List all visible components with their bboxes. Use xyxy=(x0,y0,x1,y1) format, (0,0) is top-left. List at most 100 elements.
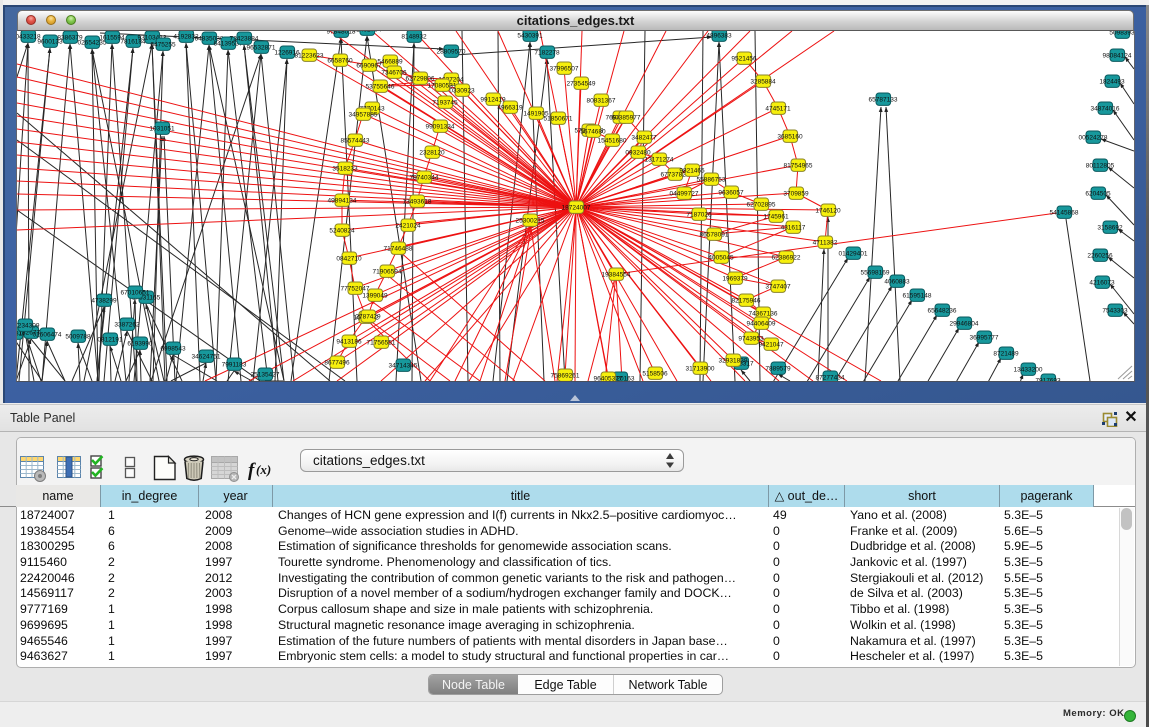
svg-text:37996507: 37996507 xyxy=(550,66,579,73)
svg-text:77752047: 77752047 xyxy=(341,286,370,293)
svg-text:5158506: 5158506 xyxy=(642,371,668,378)
svg-text:85574443: 85574443 xyxy=(341,138,370,145)
svg-text:13433200: 13433200 xyxy=(1014,367,1043,374)
svg-text:8721489: 8721489 xyxy=(993,351,1019,358)
svg-text:1399049: 1399049 xyxy=(362,293,388,300)
svg-text:13493618: 13493618 xyxy=(403,199,432,206)
svg-text:8148932: 8148932 xyxy=(401,34,427,41)
svg-text:97848018: 97848018 xyxy=(327,31,356,36)
svg-text:5674680: 5674680 xyxy=(580,129,606,136)
svg-text:2421024: 2421024 xyxy=(395,223,421,230)
svg-text:34957885: 34957885 xyxy=(349,112,378,119)
svg-text:7187026: 7187026 xyxy=(686,212,712,219)
svg-text:71746488: 71746488 xyxy=(384,246,413,253)
svg-text:67010651: 67010651 xyxy=(121,290,150,297)
svg-text:4966319: 4966319 xyxy=(497,105,523,112)
svg-text:28809570: 28809570 xyxy=(437,49,466,56)
svg-text:7917693: 7917693 xyxy=(1035,378,1061,382)
svg-text:61595148: 61595148 xyxy=(903,293,932,300)
svg-text:9636057: 9636057 xyxy=(718,190,744,197)
svg-text:8677496: 8677496 xyxy=(324,360,350,367)
svg-text:31713900: 31713900 xyxy=(686,366,715,373)
svg-text:87234309: 87234309 xyxy=(17,323,40,330)
svg-text:27354549: 27354549 xyxy=(567,81,596,88)
svg-text:32931839: 32931839 xyxy=(719,358,748,365)
svg-text:65648236: 65648236 xyxy=(928,308,957,315)
svg-text:62386922: 62386922 xyxy=(772,255,801,262)
svg-text:25300215: 25300215 xyxy=(516,218,545,225)
svg-text:96405377: 96405377 xyxy=(594,376,623,382)
svg-text:54145868: 54145868 xyxy=(1050,210,1079,217)
svg-text:9821465: 9821465 xyxy=(679,168,705,175)
svg-text:5430391: 5430391 xyxy=(517,33,543,40)
svg-text:02606474: 02606474 xyxy=(33,332,62,339)
svg-text:49894134: 49894134 xyxy=(328,198,357,205)
svg-text:15451680: 15451680 xyxy=(598,138,627,145)
svg-text:81223623: 81223623 xyxy=(295,53,324,60)
svg-text:55886753: 55886753 xyxy=(697,177,726,184)
svg-text:7991183: 7991183 xyxy=(222,362,247,369)
svg-text:5098393: 5098393 xyxy=(1109,31,1134,37)
svg-text:7346706: 7346706 xyxy=(381,70,407,77)
svg-text:1746120: 1746120 xyxy=(815,208,841,215)
svg-text:4316117: 4316117 xyxy=(781,225,806,232)
svg-text:4738299: 4738299 xyxy=(91,298,117,305)
svg-text:51462704: 51462704 xyxy=(353,31,382,34)
svg-text:94406409: 94406409 xyxy=(747,321,776,328)
svg-text:0932480: 0932480 xyxy=(625,150,651,157)
svg-text:6998543: 6998543 xyxy=(160,346,186,353)
svg-text:4060883: 4060883 xyxy=(884,279,910,286)
svg-text:7182278: 7182278 xyxy=(534,50,560,57)
svg-text:2787429: 2787429 xyxy=(355,314,381,321)
svg-text:5240824: 5240824 xyxy=(329,228,355,235)
svg-text:29946804: 29946804 xyxy=(950,321,979,328)
svg-text:3285884: 3285884 xyxy=(750,79,776,86)
svg-text:62729806: 62729806 xyxy=(406,76,435,83)
svg-text:99091334: 99091334 xyxy=(426,124,455,131)
svg-text:1824493: 1824493 xyxy=(1099,79,1125,86)
svg-text:55698169: 55698169 xyxy=(861,270,890,277)
svg-text:96532871: 96532871 xyxy=(247,45,276,52)
svg-text:01429401: 01429401 xyxy=(839,251,868,258)
svg-text:1031051: 1031051 xyxy=(149,126,175,133)
svg-text:3518233: 3518233 xyxy=(332,166,358,173)
svg-text:1969379: 1969379 xyxy=(722,276,748,283)
svg-text:80112805: 80112805 xyxy=(1086,163,1115,170)
svg-text:53755646: 53755646 xyxy=(366,84,395,91)
svg-text:4711382: 4711382 xyxy=(813,240,838,247)
svg-text:4896383: 4896383 xyxy=(706,33,732,40)
svg-text:9521456: 9521456 xyxy=(731,56,757,63)
svg-text:13171274: 13171274 xyxy=(645,157,674,164)
svg-text:6658760: 6658760 xyxy=(327,58,353,65)
svg-text:74367136: 74367136 xyxy=(749,311,778,318)
svg-text:3709859: 3709859 xyxy=(783,191,809,198)
svg-text:6475255: 6475255 xyxy=(150,42,176,49)
svg-text:5466889: 5466889 xyxy=(377,59,403,66)
svg-text:6193990: 6193990 xyxy=(127,341,153,348)
svg-text:4005045: 4005045 xyxy=(708,255,734,262)
svg-text:81754965: 81754965 xyxy=(784,163,813,170)
svg-text:34624751: 34624751 xyxy=(192,354,221,361)
svg-text:36995777: 36995777 xyxy=(970,335,999,342)
svg-text:9421047: 9421047 xyxy=(758,342,784,349)
svg-text:62702895: 62702895 xyxy=(747,202,776,209)
svg-text:3482477: 3482477 xyxy=(631,135,657,142)
svg-text:25135427: 25135427 xyxy=(251,372,280,379)
svg-text:04499727: 04499727 xyxy=(670,191,699,198)
svg-text:9912419: 9912419 xyxy=(480,97,506,104)
svg-text:6204505: 6204505 xyxy=(1085,191,1111,198)
svg-text:19384554: 19384554 xyxy=(602,272,631,279)
svg-text:4745171: 4745171 xyxy=(765,106,791,113)
svg-text:71756551: 71756551 xyxy=(367,340,396,347)
svg-text:86578091: 86578091 xyxy=(700,232,729,239)
svg-text:1745961: 1745961 xyxy=(763,214,789,221)
svg-text:18724007: 18724007 xyxy=(562,205,591,212)
svg-text:0330923: 0330923 xyxy=(449,88,475,95)
svg-text:3158692: 3158692 xyxy=(1097,225,1123,232)
svg-text:3387262: 3387262 xyxy=(114,322,140,329)
svg-text:98084124: 98084124 xyxy=(1103,53,1132,60)
svg-text:9413186: 9413186 xyxy=(336,339,362,346)
svg-text:82175946: 82175946 xyxy=(732,298,761,305)
svg-text:79740344: 79740344 xyxy=(410,175,439,182)
svg-text:71906594: 71906594 xyxy=(373,269,402,276)
